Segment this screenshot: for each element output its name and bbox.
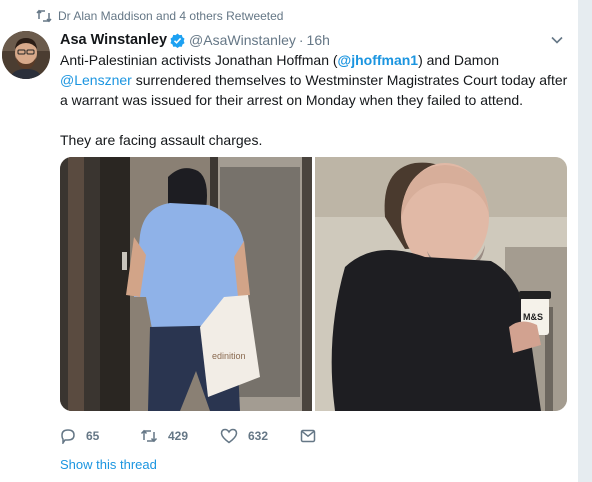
verified-badge-icon [170, 32, 185, 48]
author-handle[interactable]: @AsaWinstanley [189, 32, 296, 48]
bag-print: edinition [212, 351, 246, 361]
tweet-actions: 65 429 632 [60, 426, 316, 446]
retweet-context-text[interactable]: Dr Alan Maddison and 4 others Retweeted [58, 9, 283, 23]
tweet-header: Asa Winstanley @AsaWinstanley · 16h [60, 30, 548, 50]
direct-message-icon [300, 428, 316, 444]
retweet-button[interactable]: 429 [140, 428, 220, 444]
like-button[interactable]: 632 [220, 428, 300, 444]
reply-count: 65 [86, 429, 100, 443]
text-segment: ) and Damon [418, 52, 500, 68]
reply-icon [60, 428, 76, 444]
show-thread-link[interactable]: Show this thread [60, 457, 157, 472]
text-segment: surrendered themselves to Westminster Ma… [60, 72, 568, 108]
right-gutter [578, 0, 592, 482]
photo-right[interactable]: M&S [314, 157, 567, 411]
mention-lenszner[interactable]: @Lenszner [60, 72, 132, 88]
retweet-icon [140, 428, 158, 444]
tweet-timestamp[interactable]: 16h [307, 32, 330, 48]
media-grid: edinition M&S [60, 157, 567, 411]
retweet-count: 429 [168, 429, 189, 443]
tweet-card[interactable]: Dr Alan Maddison and 4 others Retweeted … [0, 0, 578, 482]
tweet-paragraph-2: They are facing assault charges. [60, 132, 263, 148]
tweet-paragraph-1: Anti-Palestinian activists Jonathan Hoff… [60, 50, 572, 110]
retweet-context: Dr Alan Maddison and 4 others Retweeted [36, 8, 283, 24]
author-name[interactable]: Asa Winstanley [60, 32, 167, 48]
photo-left[interactable]: edinition [60, 157, 313, 411]
separator-dot: · [298, 32, 304, 48]
like-count: 632 [248, 429, 269, 443]
chevron-down-icon[interactable] [550, 33, 564, 47]
mention-jhoffman1[interactable]: @jhoffman1 [338, 52, 419, 68]
tweet-text: Anti-Palestinian activists Jonathan Hoff… [60, 50, 572, 150]
direct-message-button[interactable] [300, 428, 316, 444]
reply-button[interactable]: 65 [60, 428, 140, 444]
like-icon [220, 428, 238, 444]
text-segment: Anti-Palestinian activists Jonathan Hoff… [60, 52, 338, 68]
avatar[interactable] [2, 31, 50, 79]
retweet-icon [36, 9, 52, 23]
cup-print: M&S [523, 312, 543, 322]
